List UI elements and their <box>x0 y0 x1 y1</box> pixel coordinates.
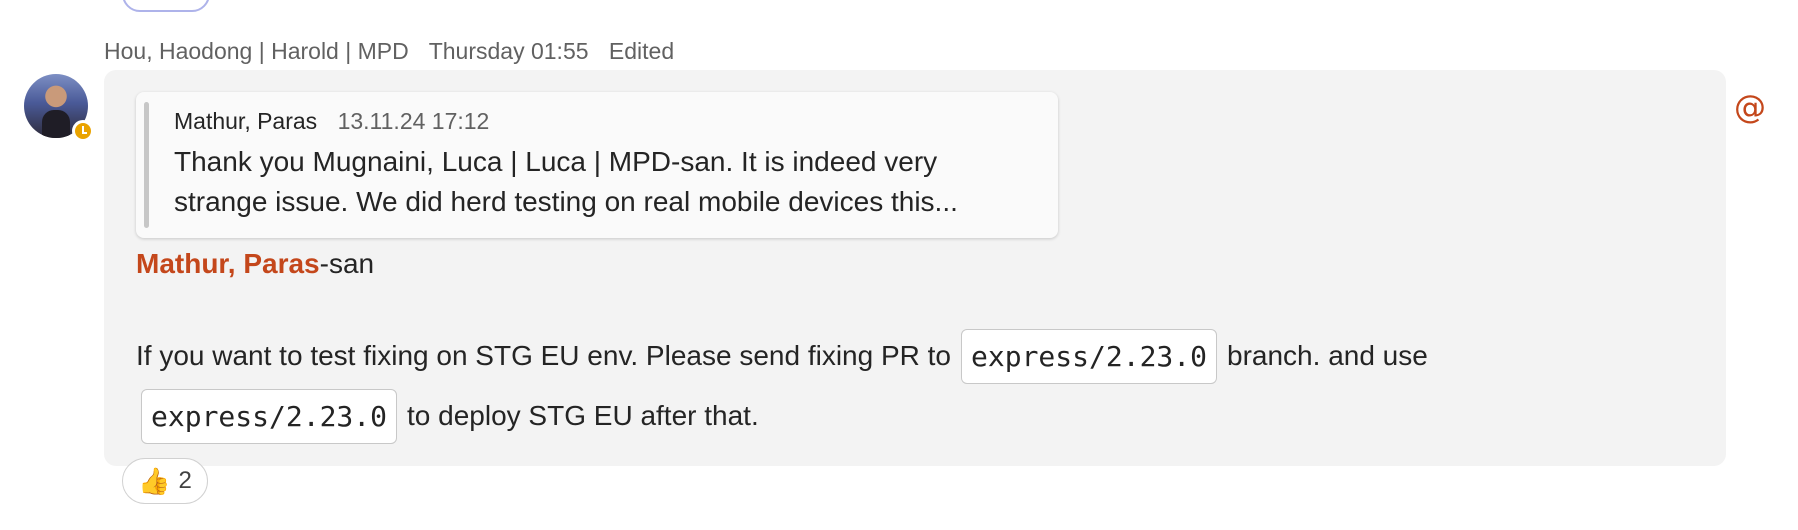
message-timestamp: Thursday 01:55 <box>428 38 589 64</box>
quote-bar <box>144 102 149 228</box>
quote-text: Thank you Mugnaini, Luca | Luca | MPD-sa… <box>174 146 958 217</box>
edited-label: Edited <box>608 38 675 64</box>
body-text-tail: branch. and use <box>1227 340 1428 371</box>
body-text: If you want to test fixing on STG EU env… <box>136 340 951 371</box>
previous-reaction-pill[interactable] <box>122 0 210 12</box>
inline-code-branch: express/2.23.0 <box>961 328 1218 384</box>
author-name[interactable]: Hou, Haodong | Harold | MPD <box>104 38 409 64</box>
mention-line: Mathur, Paras-san <box>136 248 374 280</box>
message-header: Hou, Haodong | Harold | MPD Thursday 01:… <box>104 38 688 65</box>
thumbs-up-icon: 👍 <box>138 465 171 496</box>
mention-at-icon: @ <box>1734 88 1766 126</box>
quote-timestamp: 13.11.24 17:12 <box>337 108 490 134</box>
message-body-line-1: If you want to test fixing on STG EU env… <box>136 326 1428 386</box>
quote-header: Mathur, Paras 13.11.24 17:12 <box>174 108 489 135</box>
avatar[interactable] <box>24 74 94 142</box>
quoted-message[interactable]: Mathur, Paras 13.11.24 17:12 Thank you M… <box>136 92 1058 238</box>
message-body-line-2: express/2.23.0 to deploy STG EU after th… <box>136 386 759 446</box>
body-text-2: to deploy STG EU after that. <box>407 400 759 431</box>
reaction-thumbs-up[interactable]: 👍 2 <box>122 458 208 504</box>
mention-link[interactable]: Mathur, Paras <box>136 248 320 279</box>
mention-suffix: -san <box>319 248 375 279</box>
quote-author: Mathur, Paras <box>174 108 318 134</box>
inline-code-branch-2: express/2.23.0 <box>141 388 398 444</box>
presence-away-icon <box>72 120 94 142</box>
reaction-count: 2 <box>178 467 192 494</box>
chat-message-view: Hou, Haodong | Harold | MPD Thursday 01:… <box>0 0 1798 530</box>
